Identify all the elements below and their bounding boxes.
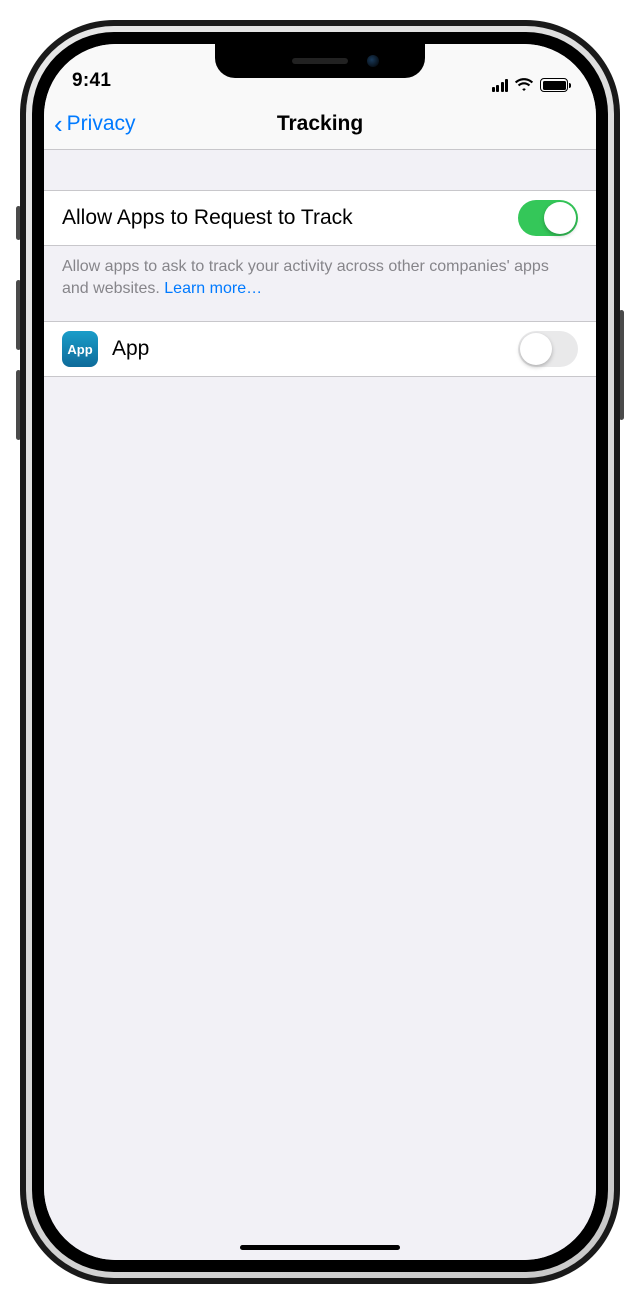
app-name: App [112,337,504,361]
chevron-left-icon: ‹ [54,111,63,137]
cellular-signal-icon [492,79,509,92]
notch [215,44,425,78]
navigation-bar: ‹ Privacy Tracking [44,98,596,150]
battery-icon [540,78,568,92]
learn-more-link[interactable]: Learn more… [164,280,262,297]
status-time: 9:41 [72,70,111,92]
home-indicator[interactable] [240,1245,400,1250]
content-scroll[interactable]: Allow Apps to Request to Track Allow app… [44,150,596,1260]
allow-tracking-toggle[interactable] [518,200,578,236]
app-icon: App [62,331,98,367]
app-toggle[interactable] [518,331,578,367]
back-button[interactable]: ‹ Privacy [44,111,136,137]
back-label: Privacy [67,112,136,136]
allow-tracking-label: Allow Apps to Request to Track [62,206,504,230]
footer-text: Allow apps to ask to track your activity… [62,258,549,297]
allow-tracking-row: Allow Apps to Request to Track [44,190,596,246]
app-row: App App [44,321,596,377]
allow-tracking-description: Allow apps to ask to track your activity… [44,246,596,321]
wifi-icon [514,78,534,92]
